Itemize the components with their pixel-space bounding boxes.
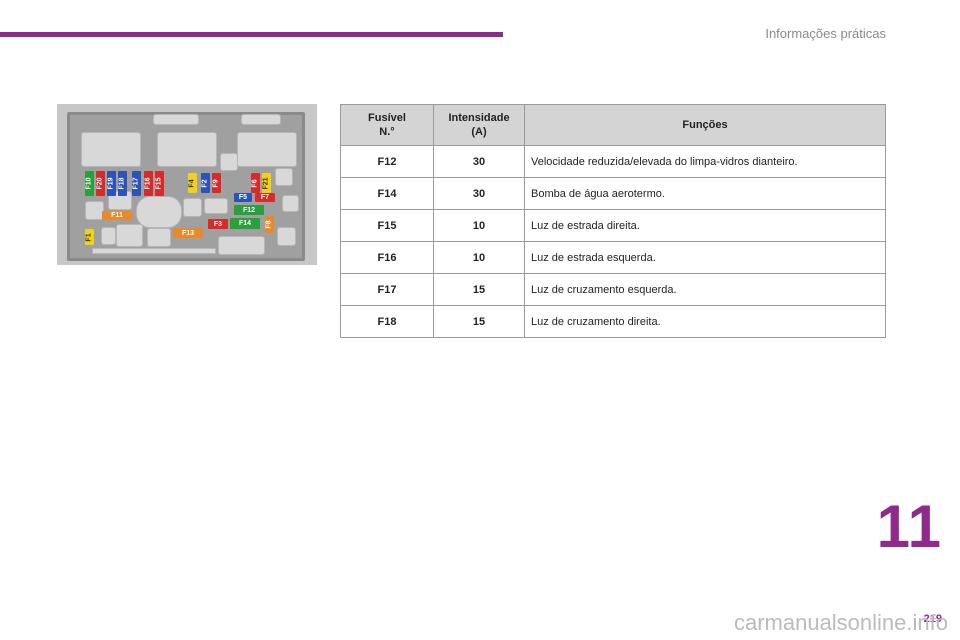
fuse-function: Luz de cruzamento direita.	[524, 305, 886, 338]
fuse-f17: F17	[132, 171, 141, 196]
relay-block	[116, 224, 143, 247]
fuse-f18: F18	[118, 171, 127, 196]
fuse-box-diagram: F10 F20 F19 F18 F17 F16 F15 F4 F2 F9 F6 …	[57, 104, 317, 265]
fuse-function: Velocidade reduzida/elevada do limpa-vid…	[524, 145, 886, 178]
fuse-f10: F10	[85, 171, 94, 196]
relay-block	[183, 198, 202, 217]
table-row: F14 30 Bomba de água aerotermo.	[340, 177, 886, 210]
relay-block	[220, 153, 238, 171]
section-title: Informações práticas	[765, 26, 886, 41]
relay-block	[204, 198, 228, 214]
relay-block	[275, 168, 293, 186]
fuse-f19: F19	[107, 171, 116, 196]
fuse-f9: F9	[212, 173, 221, 193]
fuse-f6: F6	[251, 173, 260, 193]
relay-block	[92, 248, 216, 254]
relay-block	[157, 132, 217, 167]
table-row: F12 30 Velocidade reduzida/elevada do li…	[340, 145, 886, 178]
relay-block	[136, 196, 182, 228]
relay-block	[147, 228, 171, 247]
fuse-f8: F8	[265, 216, 274, 233]
fuse-function: Luz de cruzamento esquerda.	[524, 273, 886, 306]
fuse-f16: F16	[144, 171, 153, 196]
table-header-row: Fusível N.° Intensidade (A) Funções	[340, 104, 886, 146]
fuse-f3: F3	[208, 219, 228, 229]
relay-block	[282, 195, 299, 212]
fuse-function: Luz de estrada esquerda.	[524, 241, 886, 274]
fuse-number: F17	[340, 273, 434, 306]
fuse-f12: F12	[234, 205, 264, 215]
fuse-number: F14	[340, 177, 434, 210]
fuse-box-panel: F10 F20 F19 F18 F17 F16 F15 F4 F2 F9 F6 …	[67, 112, 305, 261]
fuse-number: F12	[340, 145, 434, 178]
fuse-f21: F21	[262, 173, 271, 193]
chapter-number: 11	[876, 493, 942, 560]
fuse-current: 30	[433, 177, 525, 210]
fuse-f13: F13	[173, 228, 203, 238]
fuse-f7: F7	[255, 193, 275, 202]
fuse-current: 15	[433, 273, 525, 306]
relay-block	[237, 132, 297, 167]
fuse-f20: F20	[96, 171, 105, 196]
fuse-number: F18	[340, 305, 434, 338]
fuse-f14: F14	[230, 218, 260, 229]
fuse-number: F15	[340, 209, 434, 242]
fuse-current: 15	[433, 305, 525, 338]
watermark: carmanualsonline.info	[733, 610, 948, 635]
fuse-f15: F15	[155, 171, 164, 196]
relay-block	[101, 227, 116, 245]
header-fuse-number: Fusível N.°	[340, 104, 434, 146]
relay-block	[218, 236, 265, 255]
header-functions: Funções	[524, 104, 886, 146]
fuse-f4: F4	[188, 173, 197, 193]
header-accent-bar	[0, 32, 503, 37]
header-current: Intensidade (A)	[433, 104, 525, 146]
fuse-f2: F2	[201, 173, 210, 193]
fuse-f1: F1	[85, 229, 94, 245]
relay-block	[81, 132, 141, 167]
table-row: F15 10 Luz de estrada direita.	[340, 209, 886, 242]
fuse-current: 10	[433, 241, 525, 274]
fuse-table: Fusível N.° Intensidade (A) Funções F12 …	[340, 104, 886, 338]
fuse-number: F16	[340, 241, 434, 274]
fuse-f11: F11	[102, 211, 132, 220]
relay-block	[241, 114, 281, 125]
relay-block	[153, 114, 199, 125]
relay-block	[277, 227, 296, 246]
fuse-f5: F5	[234, 193, 252, 202]
table-row: F18 15 Luz de cruzamento direita.	[340, 305, 886, 338]
table-row: F16 10 Luz de estrada esquerda.	[340, 241, 886, 274]
fuse-current: 30	[433, 145, 525, 178]
fuse-function: Luz de estrada direita.	[524, 209, 886, 242]
fuse-function: Bomba de água aerotermo.	[524, 177, 886, 210]
fuse-current: 10	[433, 209, 525, 242]
table-row: F17 15 Luz de cruzamento esquerda.	[340, 273, 886, 306]
